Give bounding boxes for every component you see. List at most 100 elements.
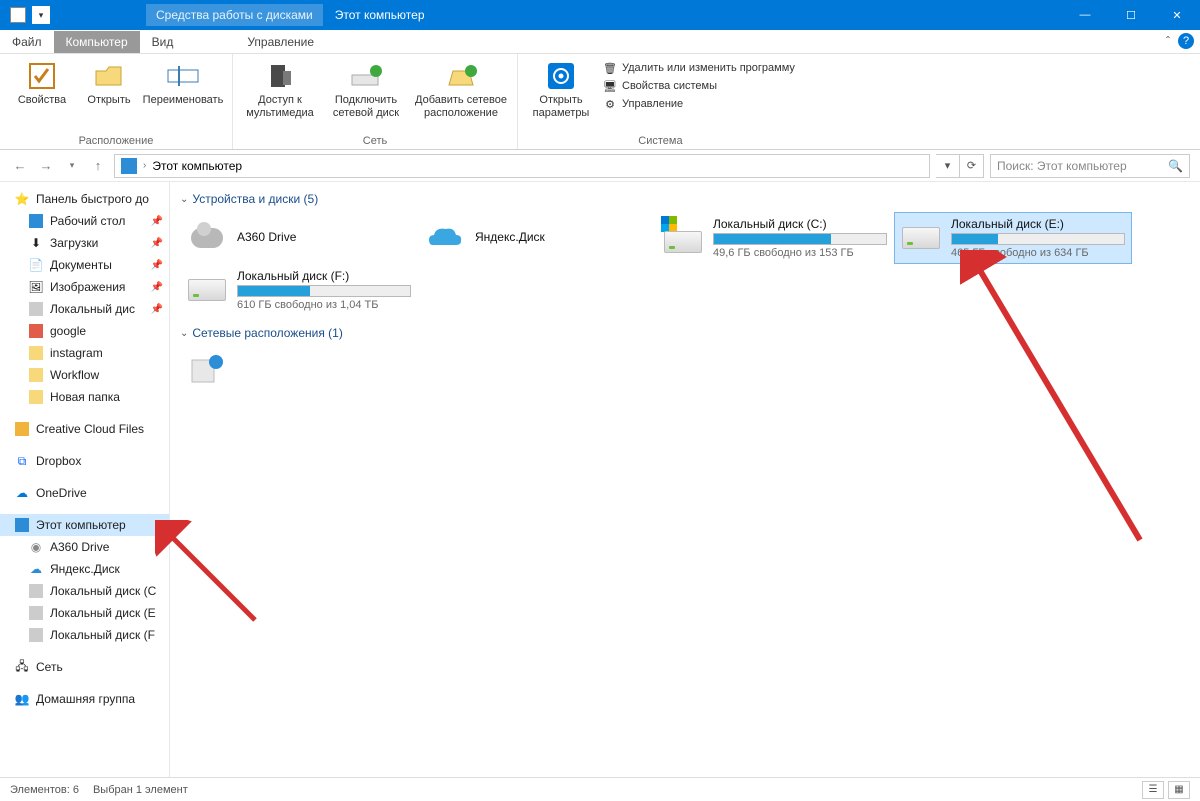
pin-icon: 📌 bbox=[151, 260, 163, 271]
open-button[interactable]: Открыть bbox=[82, 58, 136, 133]
sidebar-pictures[interactable]: 🖼Изображения📌 bbox=[0, 276, 169, 298]
open-settings-button[interactable]: Открыть параметры bbox=[526, 58, 596, 133]
breadcrumb-dropdown[interactable]: ▾ bbox=[936, 154, 960, 178]
homegroup-icon: 👥 bbox=[14, 691, 30, 707]
tile-network-location[interactable] bbox=[180, 346, 418, 396]
sidebar-disk-e[interactable]: Локальный диск (Е bbox=[0, 602, 169, 624]
tab-computer[interactable]: Компьютер bbox=[54, 31, 140, 53]
maximize-button[interactable]: ☐ bbox=[1108, 0, 1154, 30]
map-drive-button[interactable]: Подключить сетевой диск bbox=[325, 58, 407, 133]
back-button[interactable]: ← bbox=[10, 156, 30, 176]
sidebar-this-pc[interactable]: Этот компьютер bbox=[0, 514, 169, 536]
sidebar-a360-label: A360 Drive bbox=[50, 540, 109, 554]
tab-file[interactable]: Файл bbox=[0, 31, 54, 53]
search-box[interactable]: Поиск: Этот компьютер 🔍 bbox=[990, 154, 1190, 178]
sidebar-downloads[interactable]: ⬇Загрузки📌 bbox=[0, 232, 169, 254]
sidebar-homegroup[interactable]: 👥Домашняя группа bbox=[0, 688, 169, 710]
titlebar: ✓ Средства работы с дисками Этот компьют… bbox=[0, 0, 1200, 30]
help-icon[interactable]: ? bbox=[1178, 33, 1194, 49]
uninstall-programs-button[interactable]: 🗑Удалить или изменить программу bbox=[602, 60, 795, 76]
sidebar-google[interactable]: google bbox=[0, 320, 169, 342]
manage-button[interactable]: ⚙Управление bbox=[602, 96, 795, 112]
sidebar-quick-access[interactable]: ⭐Панель быстрого до bbox=[0, 188, 169, 210]
ribbon-group-location: Свойства Открыть Переименовать Расположе… bbox=[0, 54, 233, 149]
breadcrumb-location[interactable]: Этот компьютер bbox=[152, 159, 242, 173]
ribbon-context-tab[interactable]: Средства работы с дисками bbox=[146, 4, 323, 26]
sidebar-instagram[interactable]: instagram bbox=[0, 342, 169, 364]
sidebar-yandex-label: Яндекс.Диск bbox=[50, 562, 120, 576]
add-network-location-button[interactable]: Добавить сетевое расположение bbox=[413, 58, 509, 133]
manage-label: Управление bbox=[622, 98, 683, 110]
ribbon: Свойства Открыть Переименовать Расположе… bbox=[0, 54, 1200, 150]
this-pc-icon bbox=[14, 517, 30, 533]
section-network-label: Сетевые расположения (1) bbox=[192, 326, 342, 340]
network-icon: 🖧 bbox=[14, 659, 30, 675]
disk-e-usage-bar bbox=[951, 233, 1125, 245]
documents-icon: 📄 bbox=[28, 257, 44, 273]
close-button[interactable]: ✕ bbox=[1154, 0, 1200, 30]
tile-disk-c-name: Локальный диск (C:) bbox=[713, 217, 887, 231]
window-title: Этот компьютер bbox=[323, 8, 425, 22]
tab-manage[interactable]: Управление bbox=[235, 31, 326, 53]
a360-icon: ◉ bbox=[28, 539, 44, 555]
sidebar-workflow[interactable]: Workflow bbox=[0, 364, 169, 386]
recent-locations-button[interactable]: ▾ bbox=[62, 156, 82, 176]
sidebar-documents[interactable]: 📄 Документы 📌 bbox=[0, 254, 169, 276]
yandex-icon: ☁ bbox=[28, 561, 44, 577]
section-devices[interactable]: ⌄Устройства и диски (5) bbox=[180, 190, 1190, 212]
sidebar-documents-label: Документы bbox=[50, 258, 112, 272]
desktop-icon bbox=[28, 213, 44, 229]
gear-icon bbox=[545, 60, 577, 92]
up-button[interactable]: ↑ bbox=[88, 156, 108, 176]
details-view-button[interactable]: ☰ bbox=[1142, 781, 1164, 799]
network-tiles bbox=[180, 346, 1190, 396]
disk-f-usage-bar bbox=[237, 285, 411, 297]
refresh-button[interactable]: ⟳ bbox=[960, 154, 984, 178]
rename-label: Переименовать bbox=[143, 94, 224, 107]
tile-yandex[interactable]: Яндекс.Диск bbox=[418, 212, 656, 264]
sidebar-dropbox[interactable]: ⧉Dropbox bbox=[0, 450, 169, 472]
folder-icon bbox=[28, 323, 44, 339]
rename-button[interactable]: Переименовать bbox=[142, 58, 224, 133]
tile-disk-c[interactable]: Локальный диск (C:) 49,6 ГБ свободно из … bbox=[656, 212, 894, 264]
sidebar-desktop[interactable]: Рабочий стол📌 bbox=[0, 210, 169, 232]
status-item-count: Элементов: 6 bbox=[10, 784, 79, 796]
downloads-icon: ⬇ bbox=[28, 235, 44, 251]
sidebar-onedrive[interactable]: ☁OneDrive bbox=[0, 482, 169, 504]
sidebar-yandex[interactable]: ☁ Яндекс.Диск bbox=[0, 558, 169, 580]
sidebar-disk-f[interactable]: Локальный диск (F bbox=[0, 624, 169, 646]
media-access-button[interactable]: Доступ к мультимедиа bbox=[241, 58, 319, 133]
address-bar: ← → ▾ ↑ › Этот компьютер ▾ ⟳ Поиск: Этот… bbox=[0, 150, 1200, 182]
breadcrumb[interactable]: › Этот компьютер bbox=[114, 154, 930, 178]
tile-disk-e[interactable]: Локальный диск (E:) 465 ГБ свободно из 6… bbox=[894, 212, 1132, 264]
forward-button[interactable]: → bbox=[36, 156, 56, 176]
tab-view[interactable]: Вид bbox=[140, 31, 186, 53]
tile-disk-e-free: 465 ГБ свободно из 634 ГБ bbox=[951, 247, 1125, 259]
sidebar-network[interactable]: 🖧Сеть bbox=[0, 656, 169, 678]
open-settings-label: Открыть параметры bbox=[533, 94, 590, 119]
sidebar-local-disk[interactable]: Локальный дис📌 bbox=[0, 298, 169, 320]
sidebar-a360[interactable]: ◉ A360 Drive bbox=[0, 536, 169, 558]
properties-button[interactable]: Свойства bbox=[8, 58, 76, 133]
ribbon-tabs: Файл Компьютер Вид Управление ˆ ? bbox=[0, 30, 1200, 54]
qat-button[interactable]: ✓ bbox=[32, 6, 50, 24]
system-props-label: Свойства системы bbox=[622, 80, 717, 92]
tile-disk-f[interactable]: Локальный диск (F:) 610 ГБ свободно из 1… bbox=[180, 264, 418, 316]
sidebar-new-folder[interactable]: Новая папка bbox=[0, 386, 169, 408]
drive-icon bbox=[663, 218, 703, 258]
tile-disk-f-name: Локальный диск (F:) bbox=[237, 269, 411, 283]
tiles-view-button[interactable]: ▦ bbox=[1168, 781, 1190, 799]
media-access-label: Доступ к мультимедиа bbox=[246, 94, 314, 119]
sidebar-onedrive-label: OneDrive bbox=[36, 486, 87, 500]
tile-disk-e-name: Локальный диск (E:) bbox=[951, 217, 1125, 231]
sidebar-disk-c[interactable]: Локальный диск (С bbox=[0, 580, 169, 602]
tile-a360[interactable]: A360 Drive bbox=[180, 212, 418, 264]
devices-tiles: A360 Drive Яндекс.Диск Локальный диск (C… bbox=[180, 212, 1190, 316]
minimize-button[interactable]: ― bbox=[1062, 0, 1108, 30]
system-properties-button[interactable]: 🖥Свойства системы bbox=[602, 78, 795, 94]
drive-icon bbox=[28, 627, 44, 643]
sidebar-creative-cloud[interactable]: Creative Cloud Files bbox=[0, 418, 169, 440]
section-network-locations[interactable]: ⌄Сетевые расположения (1) bbox=[180, 324, 1190, 346]
qat-sep bbox=[52, 6, 58, 24]
collapse-ribbon-icon[interactable]: ˆ bbox=[1166, 34, 1170, 48]
